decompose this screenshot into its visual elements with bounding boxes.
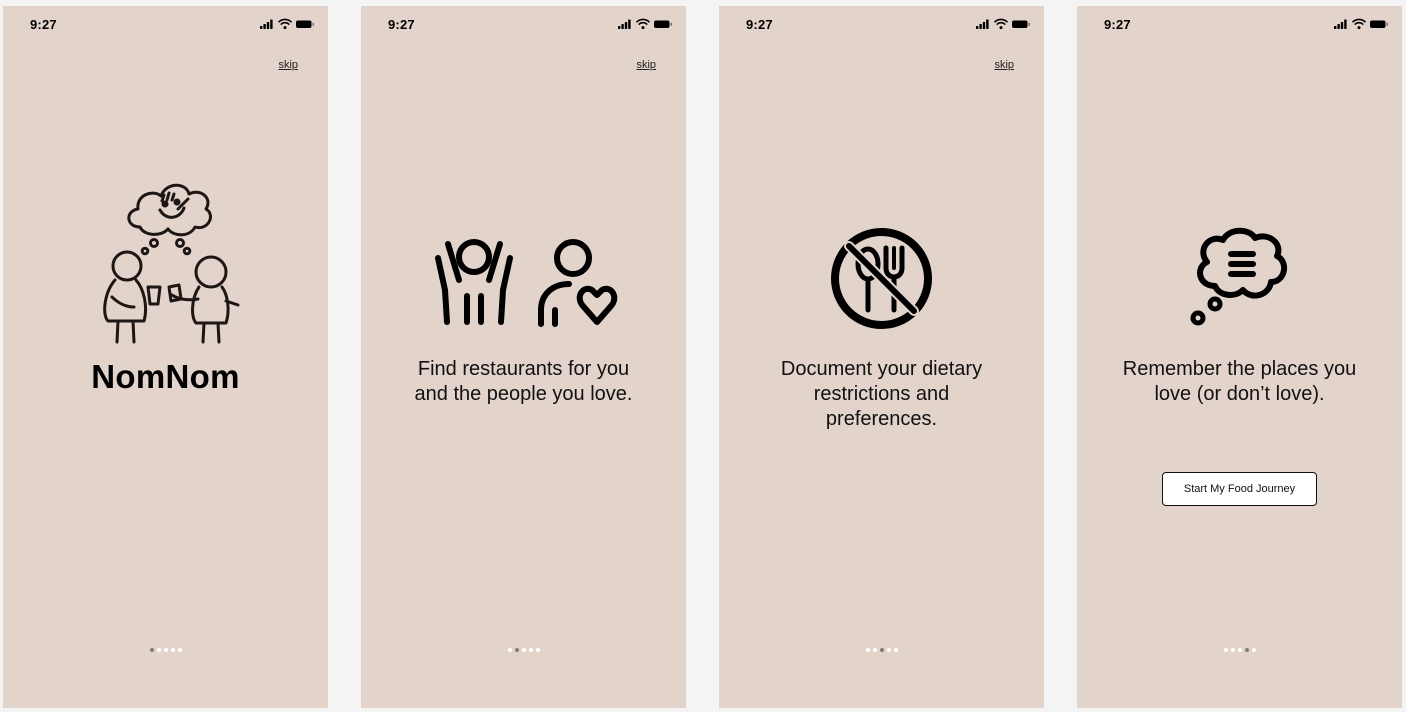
page-indicator [361, 648, 686, 652]
page-dot [156, 648, 161, 652]
thought-bubble-icon [1190, 227, 1288, 326]
page-dot [170, 648, 175, 652]
page-dot [1223, 648, 1228, 652]
page-indicator [3, 648, 328, 652]
page-dot [528, 648, 533, 652]
caption-line: Remember the places you [1122, 358, 1357, 380]
page-dot [514, 648, 519, 652]
onboarding-screen-2: 9:27 skip Find restaurants for you and t… [361, 6, 686, 708]
page-dot [893, 648, 898, 652]
skip-link[interactable]: skip [278, 59, 298, 71]
page-dot [879, 648, 884, 652]
status-time: 9:27 [1104, 17, 1131, 32]
start-journey-button[interactable]: Start My Food Journey [1162, 472, 1317, 506]
page-dot [1230, 648, 1235, 652]
status-time: 9:27 [388, 17, 415, 32]
person-with-heart-icon [538, 239, 618, 327]
skip-link[interactable]: skip [636, 59, 656, 71]
status-icons [1333, 18, 1389, 30]
onboarding-screen-3: 9:27 skip Document your dietary restrict… [719, 6, 1044, 708]
no-utensils-icon [831, 228, 932, 329]
page-indicator [1077, 648, 1402, 652]
page-indicator [719, 648, 1044, 652]
status-icons [259, 18, 315, 30]
caption-line: and the people you love. [414, 383, 633, 405]
status-icons [975, 18, 1031, 30]
caption-line: love (or don’t love). [1154, 383, 1325, 405]
onboarding-caption: Remember the places you love (or don’t l… [1077, 357, 1402, 407]
onboarding-caption: Find restaurants for you and the people … [361, 357, 686, 407]
status-icons [617, 18, 673, 30]
page-dot [872, 648, 877, 652]
onboarding-screen-1: 9:27 skip NomNom [3, 6, 328, 708]
skip-link[interactable]: skip [994, 59, 1014, 71]
page-dot [865, 648, 870, 652]
caption-line: restrictions and [813, 383, 950, 405]
status-time: 9:27 [746, 17, 773, 32]
page-dot [149, 648, 154, 652]
page-dot [507, 648, 512, 652]
app-title: NomNom [91, 358, 240, 395]
page-dot [1244, 648, 1249, 652]
onboarding-screen-4: 9:27 Remember the places you love (or do… [1077, 6, 1402, 708]
status-time: 9:27 [30, 17, 57, 32]
page-dot [1237, 648, 1242, 652]
friends-sharing-food-illustration [103, 183, 240, 344]
page-dot [1251, 648, 1256, 652]
page-dot [886, 648, 891, 652]
page-dot [163, 648, 168, 652]
onboarding-caption: Document your dietary restrictions and p… [719, 357, 1044, 432]
page-dot [535, 648, 540, 652]
caption-line: preferences. [825, 408, 938, 430]
page-dot [177, 648, 182, 652]
cheering-person-icon [435, 239, 513, 325]
page-dot [521, 648, 526, 652]
caption-line: Document your dietary [780, 358, 983, 380]
caption-line: Find restaurants for you [417, 358, 630, 380]
